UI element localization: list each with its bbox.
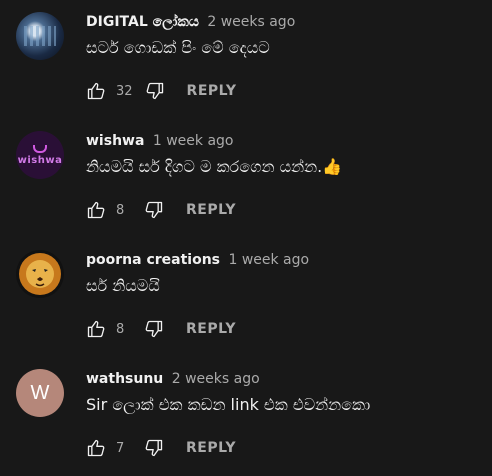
comment-author[interactable]: wishwa xyxy=(86,133,144,149)
reply-button[interactable]: REPLY xyxy=(186,440,236,456)
reply-button[interactable]: REPLY xyxy=(186,202,236,218)
comment-item: DIGITAL ලෝකය 2 weeks ago සර්ට ගොඩක් පිං … xyxy=(0,0,492,119)
comment-timestamp[interactable]: 1 week ago xyxy=(228,252,309,268)
like-count: 8 xyxy=(116,321,125,337)
comment-item: wishwa wishwa 1 week ago නියමයි සර් දිගට… xyxy=(0,119,492,238)
thumbs-down-icon[interactable] xyxy=(144,200,164,220)
comment-author[interactable]: DIGITAL ලෝකය xyxy=(86,14,199,30)
comment-timestamp[interactable]: 2 weeks ago xyxy=(207,14,295,30)
like-count: 32 xyxy=(116,83,133,99)
like-count: 7 xyxy=(116,440,125,456)
comment-item: poorna creations 1 week ago සර් නියමයි 8… xyxy=(0,238,492,357)
comment-author[interactable]: poorna creations xyxy=(86,252,220,268)
comment-text: සර්ට ගොඩක් පිං මේ දෙයට xyxy=(86,38,270,57)
comment-actions: 8 REPLY xyxy=(86,196,236,224)
avatar[interactable]: W xyxy=(16,369,64,417)
comment-author[interactable]: wathsunu xyxy=(86,371,163,387)
comment-text: නියමයි සර් දිගට ම කරගෙන යන්න.👍 xyxy=(86,157,343,176)
avatar[interactable] xyxy=(16,12,64,60)
comment-timestamp[interactable]: 2 weeks ago xyxy=(172,371,260,387)
comment-text: සර් නියමයි xyxy=(86,276,160,295)
thumbs-up-icon[interactable] xyxy=(86,438,106,458)
comment-item: W wathsunu 2 weeks ago Sir ලොක් එක කඩන l… xyxy=(0,357,492,476)
thumbs-up-icon[interactable] xyxy=(86,81,106,101)
comment-text: Sir ලොක් එක කඩන link එක එවන්නකො xyxy=(86,395,371,414)
comment-actions: 7 REPLY xyxy=(86,434,236,462)
thumbs-down-icon[interactable] xyxy=(145,81,165,101)
avatar[interactable]: wishwa xyxy=(16,131,64,179)
thumbs-up-icon[interactable] xyxy=(86,200,106,220)
comment-actions: 8 REPLY xyxy=(86,315,236,343)
lion-icon xyxy=(19,253,61,295)
reply-button[interactable]: REPLY xyxy=(187,83,237,99)
comment-timestamp[interactable]: 1 week ago xyxy=(153,133,234,149)
reply-button[interactable]: REPLY xyxy=(186,321,236,337)
avatar-letter: W xyxy=(30,381,50,404)
avatar[interactable] xyxy=(16,250,64,298)
thumbs-down-icon[interactable] xyxy=(144,319,164,339)
like-count: 8 xyxy=(116,202,125,218)
thumbs-down-icon[interactable] xyxy=(144,438,164,458)
comment-actions: 32 REPLY xyxy=(86,77,237,105)
avatar-text: wishwa xyxy=(17,154,63,166)
thumbs-up-icon[interactable] xyxy=(86,319,106,339)
